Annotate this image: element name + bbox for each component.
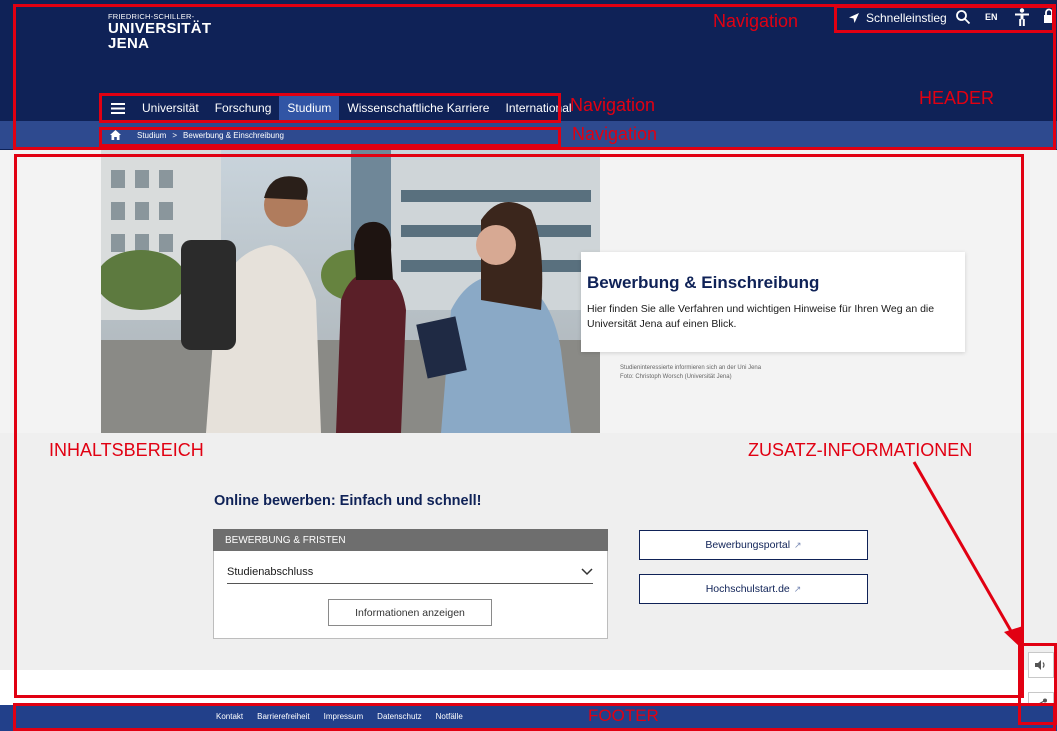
annotation-label-navigation-main: Navigation — [570, 95, 656, 115]
annotation-arrow — [912, 461, 1023, 648]
annotation-box-footer — [13, 703, 1056, 731]
annotation-label-navigation-breadcrumb: Navigation — [572, 124, 658, 144]
annotation-box-top-navigation — [834, 5, 1055, 33]
annotation-box-content — [14, 154, 1024, 698]
annotation-box-main-navigation — [99, 93, 561, 123]
annotation-label-navigation-top: Navigation — [713, 11, 799, 31]
annotation-label-additional: ZUSATZ-INFORMATIONEN — [748, 440, 973, 460]
annotation-label-footer: FOOTER — [588, 706, 659, 725]
annotation-label-content: INHALTSBEREICH — [49, 440, 204, 460]
annotation-label-header: HEADER — [919, 88, 995, 108]
annotation-box-breadcrumb — [99, 127, 561, 147]
